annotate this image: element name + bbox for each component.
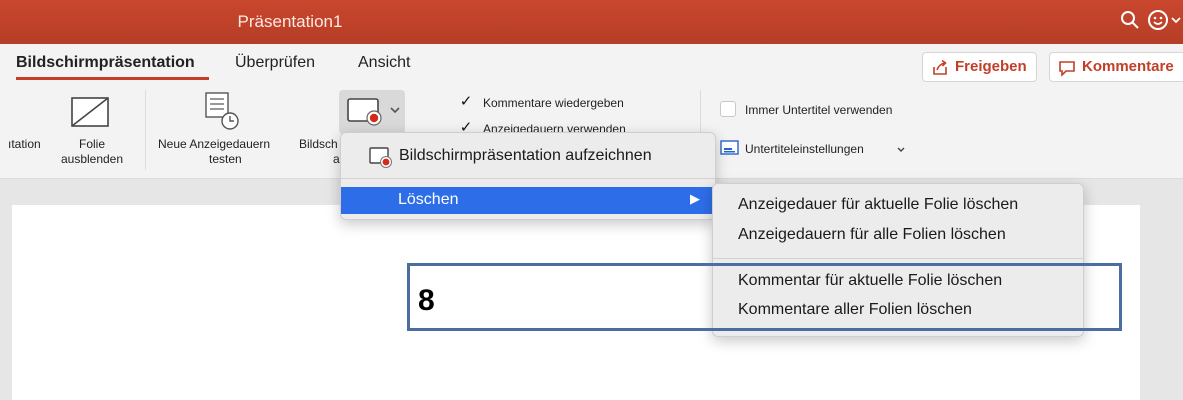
checkbox-always-subtitles[interactable]: [720, 101, 736, 117]
share-button[interactable]: Freigeben: [922, 52, 1037, 82]
subtitle-settings-label[interactable]: Untertiteleinstellungen: [745, 142, 864, 156]
share-icon: [933, 59, 947, 75]
tab-ansicht[interactable]: Ansicht: [358, 54, 410, 72]
record-partial-line2: a: [333, 152, 340, 166]
ribbon-partial-label: ıtation: [8, 137, 41, 151]
checkbox-play-narrations[interactable]: ✓: [458, 94, 474, 110]
subtitle-settings-icon[interactable]: [720, 139, 740, 157]
window-title: Präsentation1: [237, 12, 343, 31]
rehearse-label-line2: testen: [209, 152, 242, 166]
rehearse-label-line1: Neue Anzeigedauern: [158, 137, 271, 151]
hide-slide-label-line2: ausblenden: [60, 152, 124, 166]
record-dropdown-menu: Bildschirmpräsentation aufzeichnen Lösch…: [340, 132, 716, 220]
active-tab-indicator: [16, 77, 209, 80]
annotation-highlight-box: [407, 263, 1122, 331]
rehearse-timings-icon[interactable]: [198, 91, 246, 133]
always-subtitles-label: Immer Untertitel verwenden: [745, 103, 893, 117]
comment-icon: [1059, 61, 1075, 77]
menu-item-delete-label: Löschen: [398, 191, 459, 208]
title-bar: Präsentation1: [0, 0, 1183, 44]
submenu-arrow-icon: ▶: [690, 191, 700, 206]
share-label: Freigeben: [955, 58, 1027, 75]
chevron-down-icon: [897, 147, 905, 152]
feedback-smiley-icon[interactable]: [1146, 8, 1183, 32]
hide-slide-icon[interactable]: [68, 95, 116, 131]
record-partial-line1: Bildsch: [299, 137, 338, 151]
menu-item-record-slideshow[interactable]: Bildschirmpräsentation aufzeichnen: [399, 147, 652, 165]
tab-ueberpruefen[interactable]: Überprüfen: [235, 54, 315, 72]
search-icon[interactable]: [1118, 8, 1142, 32]
tab-bildschirmpraesentation[interactable]: Bildschirmpräsentation: [16, 54, 195, 72]
hide-slide-label-line1: Folie: [78, 137, 105, 151]
menu-divider: [713, 258, 1083, 259]
menu-divider: [341, 178, 715, 179]
annotation-step-number: 8: [418, 284, 435, 317]
menu-item-delete[interactable]: Löschen ▶: [341, 187, 715, 214]
comments-button[interactable]: Kommentare: [1049, 52, 1183, 82]
chevron-down-icon: [390, 107, 400, 114]
submenu-item-delete-current-timing[interactable]: Anzeigedauer für aktuelle Folie löschen: [738, 196, 1018, 214]
ribbon-separator: [145, 90, 146, 170]
record-slideshow-icon: [369, 147, 392, 168]
play-narrations-label: Kommentare wiedergeben: [483, 96, 624, 110]
record-slideshow-icon: [347, 98, 382, 126]
submenu-item-delete-all-timings[interactable]: Anzeigedauern für alle Folien löschen: [738, 226, 1006, 244]
comments-label: Kommentare: [1082, 58, 1174, 75]
